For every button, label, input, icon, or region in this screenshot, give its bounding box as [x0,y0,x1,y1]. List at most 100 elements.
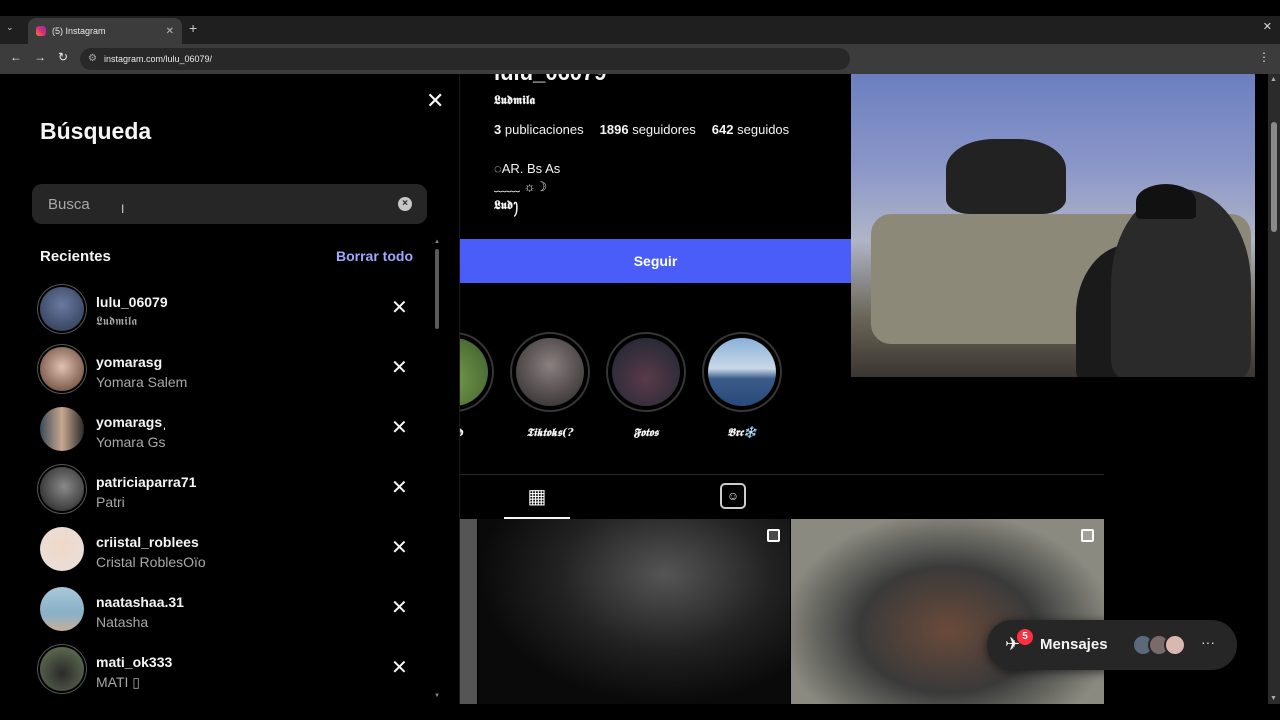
tab-close-icon[interactable]: ✕ [166,26,174,37]
avatar [40,347,84,391]
messages-label: Mensajes [1040,636,1108,653]
new-tab-button[interactable]: + [189,20,197,36]
list-item[interactable]: naatashaa.31 Natasha ✕ [0,581,432,641]
webcam-cap [1136,184,1196,219]
avatar [40,587,84,631]
recent-username: yomaragsˌ [96,414,167,430]
recent-subtitle: Yomara Salem [96,374,188,390]
page-scrollbar-thumb[interactable] [1271,122,1277,232]
search-panel: ✕ Búsqueda × I Recientes Borrar todo lul… [0,74,460,704]
messages-button[interactable]: ✈ 5 Mensajes ··· [987,620,1237,670]
recent-subtitle: Yomara Gs [96,434,166,450]
browser-menu-icon[interactable]: ⋮ [1258,50,1270,64]
tagged-person-icon: ☺ [726,489,740,503]
bio-line: 𝕷𝖚𝖉ꫂ [494,198,519,212]
reload-button[interactable]: ↻ [58,50,68,64]
scroll-up-arrow-icon[interactable]: ▲ [1270,76,1277,83]
recent-subtitle: 𝕷𝖚𝖉𝖒𝖎𝖑𝖆 [96,314,138,328]
webcam-motorcycle [946,139,1066,214]
posts-grid [460,519,1104,704]
recent-subtitle: MATI ▯ [96,674,140,690]
recent-subtitle: Cristal RoblesOïo [96,554,206,570]
list-item[interactable]: yomaragsˌ Yomara Gs ✕ [0,401,432,461]
clear-all-button[interactable]: Borrar todo [336,248,413,264]
recent-subtitle: Natasha [96,614,149,630]
list-scroll-up-icon[interactable]: ▲ [434,239,440,245]
more-icon: ··· [1201,634,1215,650]
remove-recent-icon[interactable]: ✕ [391,475,408,500]
browser-tab-instagram[interactable]: (5) Instagram ✕ [28,18,182,44]
remove-recent-icon[interactable]: ✕ [391,595,408,620]
recent-username: criistal_roblees [96,534,199,550]
list-item[interactable]: mati_ok333 MATI ▯ ✕ [0,641,432,701]
recent-username: naatashaa.31 [96,594,184,610]
url-text: instagram.com/lulu_06079/ [104,54,213,64]
remove-recent-icon[interactable]: ✕ [391,655,408,680]
page-scrollbar[interactable]: ▲ ▼ [1268,74,1280,704]
highlight-label: 𝕱𝖔𝖙𝖔𝖘 [633,426,659,439]
list-item[interactable]: criistal_roblees Cristal RoblesOïo ✕ [0,521,432,581]
clear-search-icon[interactable]: × [398,197,412,211]
avatar [40,407,84,451]
post-thumbnail[interactable] [460,519,477,704]
avatar [1164,634,1186,656]
highlight-label: 𝕭𝖗𝖈❄️ [727,426,757,439]
forward-button[interactable]: → [34,50,46,64]
profile-tabs: ▦ ☺ [460,474,1104,520]
highlight-item[interactable]: 𝕭𝖗𝖈❄️ [702,332,782,440]
tab-title: (5) Instagram [52,26,106,36]
avatar [40,287,84,331]
post-thumbnail[interactable] [478,519,790,704]
instagram-favicon-icon [36,26,46,36]
carousel-icon [1081,529,1094,542]
recent-username: mati_ok333 [96,654,173,670]
highlight-item[interactable]: 𝕱𝖔𝖙𝖔𝖘 [606,332,686,440]
list-item[interactable]: lulu_06079 𝕷𝖚𝖉𝖒𝖎𝖑𝖆 ✕ [0,281,432,341]
recent-username: yomarasg [96,354,163,370]
tab-search-chevron-icon[interactable]: ⌄ [6,22,14,33]
unread-badge: 5 [1017,629,1033,645]
webcam-overlay [851,74,1255,377]
highlight-label: 𝕿𝖎𝖐𝖙𝖔𝖐𝖘(? [526,426,574,439]
tab-posts[interactable]: ▦ [504,475,570,519]
list-item[interactable]: patriciaparra71 Patri ✕ [0,461,432,521]
following-stat[interactable]: 642 seguidos [712,122,789,137]
text-cursor-icon: I [121,202,125,216]
search-input[interactable] [48,184,388,224]
message-avatars [1132,634,1186,656]
search-box: × [32,184,427,224]
window-close-icon[interactable]: ✕ [1263,20,1272,33]
recent-list-scrollbar-thumb[interactable] [435,249,439,329]
recent-subtitle: Patri [96,494,125,510]
list-item[interactable]: yomarasg Yomara Salem ✕ [0,341,432,401]
list-scroll-down-icon[interactable]: ▼ [434,693,440,699]
profile-display-name: 𝕷𝖚𝖉𝖒𝖎𝖑𝖆 [494,93,536,107]
close-search-icon[interactable]: ✕ [426,88,444,114]
profile-username: lulu_06079 [494,74,607,86]
site-info-icon[interactable]: ⚙ [88,53,97,64]
followers-stat[interactable]: 1896 seguidores [600,122,696,137]
avatar [40,527,84,571]
back-button[interactable]: ← [10,50,22,64]
instagram-page: lulu_06079 𝕷𝖚𝖉𝖒𝖎𝖑𝖆 3 publicaciones 1896 … [0,74,1268,704]
follow-button[interactable]: Seguir [460,239,851,283]
remove-recent-icon[interactable]: ✕ [391,535,408,560]
tab-tagged[interactable]: ☺ [720,483,746,509]
address-bar[interactable]: ⚙ instagram.com/lulu_06079/ [80,48,850,70]
avatar [40,647,84,691]
scroll-down-arrow-icon[interactable]: ▼ [1270,695,1277,702]
highlight-item[interactable]: 𝕿𝖎𝖐𝖙𝖔𝖐𝖘(? [510,332,590,440]
tab-strip: ⌄ (5) Instagram ✕ + [0,16,1280,44]
letterbox-bar [0,704,1280,720]
browser-window: ⌄ (5) Instagram ✕ + ✕ ← → ↻ ⚙ instagram.… [0,0,1280,720]
remove-recent-icon[interactable]: ✕ [391,295,408,320]
recent-list: lulu_06079 𝕷𝖚𝖉𝖒𝖎𝖑𝖆 ✕ yomarasg Yomara Sal… [0,281,432,701]
post-thumbnail[interactable] [791,519,1104,704]
remove-recent-icon[interactable]: ✕ [391,415,408,440]
recent-list-scrollbar[interactable]: ▲ ▼ [433,239,441,699]
search-title: Búsqueda [40,118,152,144]
carousel-icon [767,529,780,542]
profile-stats: 3 publicaciones 1896 seguidores 642 segu… [494,122,789,137]
remove-recent-icon[interactable]: ✕ [391,355,408,380]
posts-stat: 3 publicaciones [494,122,584,137]
